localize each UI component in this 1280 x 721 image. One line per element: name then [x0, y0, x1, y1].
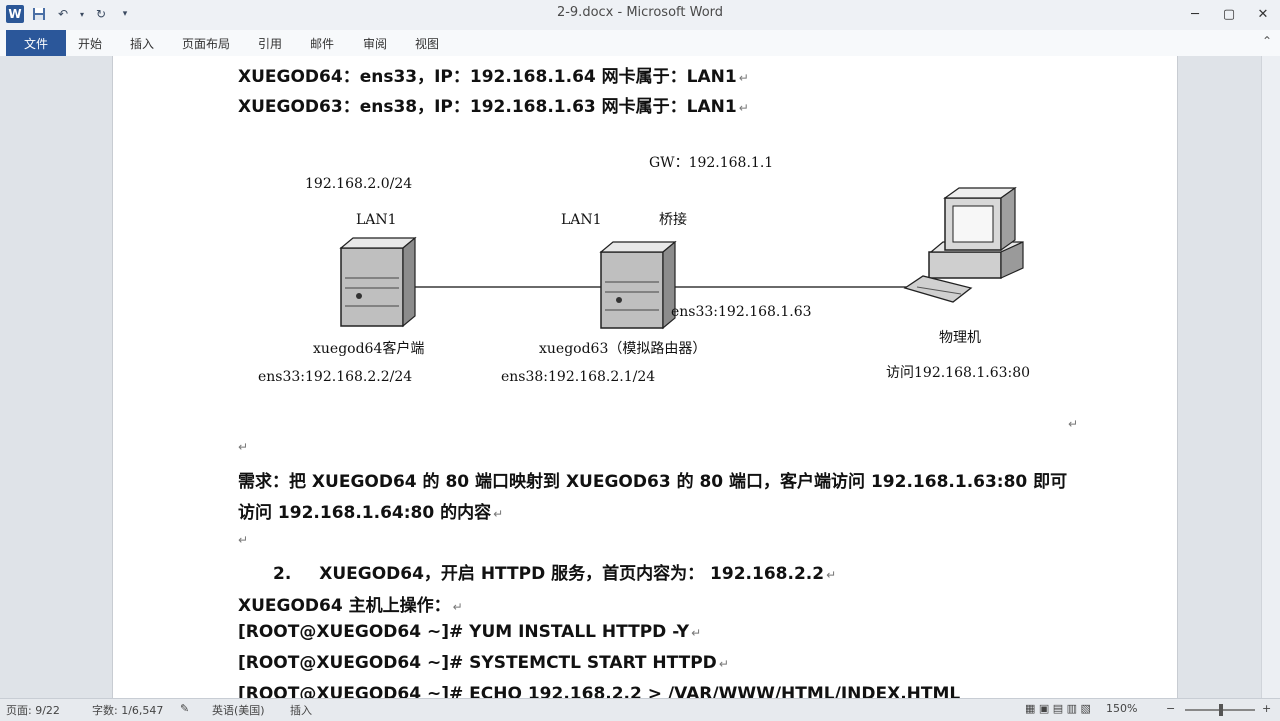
pc-name-label: 物理机	[939, 330, 981, 346]
tab-page-layout[interactable]: 页面布局	[182, 35, 230, 52]
bridge-label: 桥接	[659, 212, 687, 228]
command-line-2: [ROOT@XUEGOD64 ~]# SYSTEMCTL START HTTPD…	[238, 653, 729, 673]
step-number: 2.	[273, 564, 292, 584]
router-server-icon	[599, 240, 677, 330]
language-indicator[interactable]: 英语(美国)	[212, 702, 265, 718]
tab-review[interactable]: 审阅	[363, 35, 387, 52]
title-bar: W ↶ ▾ ↻ ▾ 2-9.docx - Microsoft Word ─ ▢ …	[0, 0, 1280, 31]
paragraph-mark: ↵	[826, 568, 837, 582]
tab-insert[interactable]: 插入	[130, 35, 154, 52]
subnet-label: 192.168.2.0/24	[305, 176, 413, 192]
paragraph-mark: ↵	[1068, 417, 1079, 431]
proofing-icon[interactable]: ✎	[180, 702, 189, 715]
tab-file[interactable]: 文件	[6, 30, 66, 56]
paragraph-mark: ↵	[718, 657, 729, 671]
zoom-out-button[interactable]: −	[1166, 702, 1175, 715]
network-diagram	[339, 186, 1024, 330]
computer-icon	[903, 186, 1024, 303]
tab-mailings[interactable]: 邮件	[310, 35, 334, 52]
requirement-line-2: 访问 192.168.1.64:80 的内容 ↵	[238, 503, 504, 523]
router-name-label: xuegod63（模拟路由器）	[539, 341, 707, 357]
step-text: XUEGOD64，开启 HTTPD 服务，首页内容为： 192.168.2.2	[319, 564, 825, 584]
pc-access-label: 访问192.168.1.63:80	[886, 365, 1031, 381]
document-page[interactable]: XUEGOD64：ens33，IP：192.168.1.64 网卡属于：LAN1…	[112, 56, 1178, 698]
tab-home[interactable]: 开始	[78, 35, 102, 52]
ribbon-tabs: 文件 开始 插入 页面布局 引用 邮件 审阅 视图 ⌃	[0, 30, 1280, 57]
view-buttons[interactable]: ▦ ▣ ▤ ▥ ▧	[1025, 702, 1091, 715]
lan1-left-label: LAN1	[356, 212, 397, 228]
ribbon-expand-icon[interactable]: ⌃	[1262, 34, 1272, 48]
close-button[interactable]: ✕	[1246, 0, 1280, 28]
minimize-button[interactable]: ─	[1178, 0, 1212, 28]
vertical-scrollbar[interactable]	[1261, 56, 1280, 698]
window-title: 2-9.docx - Microsoft Word	[556, 5, 724, 20]
paragraph-mark: ↵	[691, 626, 702, 640]
router-ens33-label: ens33:192.168.1.63	[671, 304, 812, 320]
router-ip-label: ens38:192.168.2.1/24	[501, 369, 656, 385]
document-area: XUEGOD64：ens33，IP：192.168.1.64 网卡属于：LAN1…	[0, 56, 1280, 698]
maximize-button[interactable]: ▢	[1212, 0, 1246, 28]
paragraph-mark: ↵	[238, 440, 249, 454]
gateway-label: GW：192.168.1.1	[649, 155, 774, 171]
step-2-line: 2. XUEGOD64，开启 HTTPD 服务，首页内容为： 192.168.2…	[273, 559, 836, 584]
page-count[interactable]: 页面: 9/22	[6, 702, 60, 718]
client-name-label: xuegod64客户端	[313, 341, 425, 357]
tab-view[interactable]: 视图	[415, 35, 439, 52]
command-line-1: [ROOT@XUEGOD64 ~]# YUM INSTALL HTTPD -Y ↵	[238, 622, 702, 642]
client-ip-label: ens33:192.168.2.2/24	[258, 369, 413, 385]
paragraph-mark: ↵	[493, 507, 504, 521]
command-line-3: [ROOT@XUEGOD64 ~]# ECHO 192.168.2.2 > /V…	[238, 684, 961, 698]
status-bar: 页面: 9/22 字数: 1/6,547 ✎ 英语(美国) 插入 ▦ ▣ ▤ ▥…	[0, 698, 1280, 721]
host-ops-line: XUEGOD64 主机上操作： ↵	[238, 596, 463, 616]
zoom-level[interactable]: 150%	[1106, 702, 1137, 715]
zoom-in-button[interactable]: +	[1262, 702, 1271, 715]
window-controls: ─ ▢ ✕	[1178, 0, 1280, 28]
tab-references[interactable]: 引用	[258, 35, 282, 52]
paragraph-mark: ↵	[238, 533, 249, 547]
word-count[interactable]: 字数: 1/6,547	[92, 702, 163, 718]
paragraph-mark: ↵	[452, 600, 463, 614]
lan1-mid-label: LAN1	[561, 212, 602, 228]
requirement-line-1: 需求：把 XUEGOD64 的 80 端口映射到 XUEGOD63 的 80 端…	[238, 472, 1068, 492]
client-server-icon	[339, 236, 417, 328]
zoom-slider-handle[interactable]	[1219, 704, 1223, 716]
insert-mode[interactable]: 插入	[290, 702, 312, 718]
